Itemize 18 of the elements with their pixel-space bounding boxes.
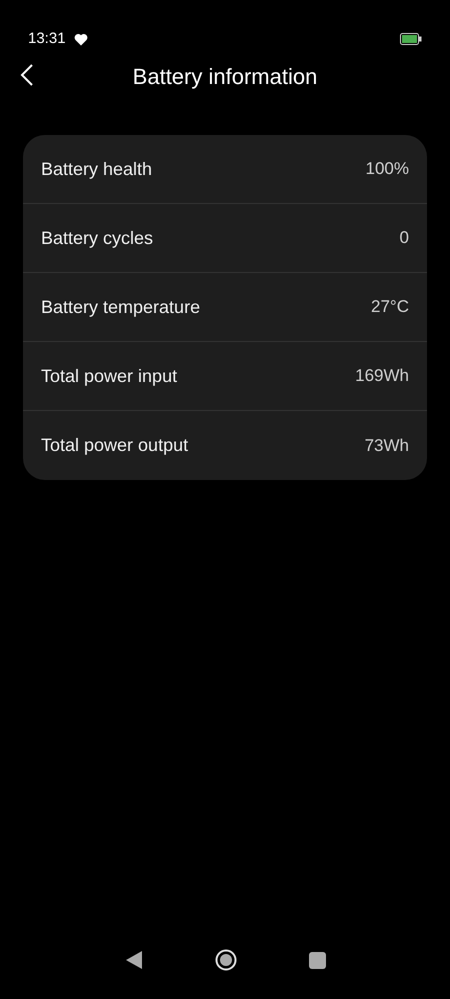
status-time: 13:31 (28, 28, 66, 49)
recents-nav-button[interactable] (308, 952, 326, 968)
row-value: 169Wh (355, 365, 409, 388)
row-label: Battery cycles (41, 226, 154, 250)
row-label: Total power input (41, 364, 178, 388)
row-label: Total power output (41, 434, 188, 457)
home-nav-button[interactable] (214, 949, 236, 971)
page-title: Battery information (132, 64, 318, 88)
row-value: 0 (400, 227, 409, 250)
row-value: 73Wh (364, 434, 409, 457)
row-value: 100% (366, 158, 409, 180)
heart-icon (74, 32, 88, 46)
battery-icon (400, 33, 422, 45)
row-value: 27°C (371, 296, 409, 318)
back-nav-button[interactable] (124, 950, 142, 970)
back-button[interactable] (20, 63, 34, 88)
row-label: Battery health (41, 158, 152, 181)
row-label: Battery temperature (41, 296, 200, 319)
